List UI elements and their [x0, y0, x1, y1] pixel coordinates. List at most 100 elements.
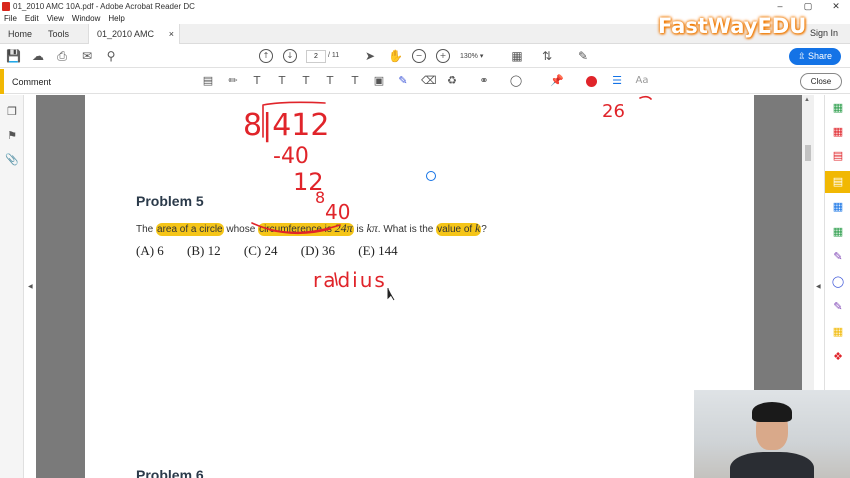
scrollbar-thumb[interactable]	[805, 145, 811, 161]
presenter-hair	[752, 402, 792, 422]
zoom-out-icon[interactable]: −	[412, 49, 426, 63]
fill-sign-tool-icon[interactable]: ✎	[831, 250, 845, 264]
webcam-overlay	[694, 390, 850, 478]
ink-annotations[interactable]: 8|412 -40 12 8 40 radius 26	[85, 95, 754, 478]
add-text-icon[interactable]: T	[348, 74, 362, 88]
next-page-icon[interactable]: ↓	[283, 49, 297, 63]
page-thumbnails-icon[interactable]: ❐	[5, 105, 19, 119]
title-bar: 01_2010 AMC 10A.pdf - Adobe Acrobat Read…	[0, 0, 850, 13]
cursor-target-icon	[426, 171, 436, 181]
choice-a: (A) 6	[136, 243, 164, 258]
eraser-icon[interactable]: ⌫	[421, 74, 437, 88]
underline-text-icon[interactable]: T	[250, 74, 264, 88]
presenter-body	[730, 452, 814, 478]
menu-file[interactable]: File	[0, 13, 21, 24]
problem-text-part: . What is the	[377, 224, 437, 235]
share-tool-icon[interactable]: ▦	[831, 325, 845, 339]
menu-edit[interactable]: Edit	[21, 13, 43, 24]
math-expression: k	[474, 221, 481, 235]
handwriting-rem1: 12	[293, 168, 324, 196]
shapes-icon[interactable]: ◯	[509, 74, 523, 88]
answer-choices: (A) 6 (B) 12 (C) 24 (D) 36 (E) 144	[136, 243, 418, 259]
maximize-button[interactable]: ▢	[794, 0, 822, 13]
highlight-annotation[interactable]: circumference is 24π	[258, 221, 354, 236]
minimize-button[interactable]: –	[766, 0, 794, 13]
line-weight-icon[interactable]: ☰	[610, 74, 624, 88]
attachments-icon[interactable]: 📎	[5, 153, 19, 167]
problem-title: Problem 5	[136, 193, 204, 209]
comment-icon[interactable]: ▤	[831, 175, 845, 189]
previous-page-icon[interactable]: ↑	[259, 49, 273, 63]
edit-pdf-icon[interactable]: ▤	[831, 149, 845, 163]
hand-tool-icon[interactable]: ✋	[388, 49, 403, 63]
tab-home[interactable]: Home	[0, 24, 40, 44]
page-number-input[interactable]: 2	[306, 50, 326, 63]
close-window-button[interactable]: ✕	[822, 0, 850, 13]
insert-text-icon[interactable]: T	[323, 74, 337, 88]
window-controls: – ▢ ✕	[766, 0, 850, 13]
sign-in-link[interactable]: Sign In	[810, 28, 838, 38]
pin-icon[interactable]: 📌	[550, 74, 564, 88]
highlight-annotation[interactable]: area of a circle	[156, 223, 224, 236]
tab-document[interactable]: 01_2010 AMC 10A... ×	[88, 24, 180, 59]
create-pdf-icon[interactable]: ▦	[831, 125, 845, 139]
window-title: 01_2010 AMC 10A.pdf - Adobe Acrobat Read…	[13, 2, 195, 11]
math-expression: kπ	[366, 221, 378, 235]
mouse-cursor-icon	[387, 288, 395, 301]
upload-cloud-icon[interactable]: ☁	[31, 49, 45, 63]
fill-sign-icon[interactable]: ✎	[576, 49, 590, 63]
text-box-icon[interactable]: ▣	[372, 74, 386, 88]
combine-files-icon[interactable]: ▦	[831, 200, 845, 214]
send-signature-icon[interactable]: ✎	[831, 300, 845, 314]
color-picker-dot[interactable]	[586, 76, 597, 87]
zoom-level-select[interactable]: 130% ▾	[460, 50, 500, 63]
menu-window[interactable]: Window	[68, 13, 104, 24]
highlight-pen-icon[interactable]: ✏	[226, 74, 240, 88]
bookmark-icon[interactable]: ⚑	[5, 129, 19, 143]
email-icon[interactable]: ✉	[80, 49, 94, 63]
highlight-annotation[interactable]: value of k	[436, 221, 482, 236]
save-icon[interactable]: 💾	[6, 49, 21, 63]
attach-icon[interactable]: ⚭	[477, 74, 491, 88]
next-problem-title: Problem 6	[136, 467, 204, 478]
zoom-level-value: 130%	[460, 53, 478, 60]
share-icon: ⇫	[797, 51, 806, 61]
math-expression: 24π	[334, 221, 353, 235]
scroll-up-icon[interactable]: ▲	[804, 97, 810, 103]
choice-e: (E) 144	[358, 243, 398, 258]
document-viewport[interactable]: Problem 5 The area of a circle whose cir…	[36, 95, 802, 478]
zoom-in-icon[interactable]: +	[436, 49, 450, 63]
draw-pencil-icon[interactable]: ✎	[396, 74, 410, 88]
main-toolbar: 💾 ☁ ⎙ ✉ ⚲ ↑ ↓ 2 / 11 ➤ ✋ − + 130% ▾ ▦ ⇅ …	[0, 45, 850, 68]
scroll-mode-icon[interactable]: ⇅	[540, 49, 554, 63]
sticky-note-icon[interactable]: ▤	[201, 74, 215, 88]
problem-text-part: The	[136, 224, 157, 235]
replace-text-icon[interactable]: T	[299, 74, 313, 88]
tab-close-button[interactable]: ×	[169, 24, 174, 44]
menu-view[interactable]: View	[43, 13, 68, 24]
protect-icon[interactable]: ◯	[831, 275, 845, 289]
strikethrough-text-icon[interactable]: T	[275, 74, 289, 88]
right-pane-toggle-icon[interactable]: ◀	[816, 283, 821, 290]
organize-pages-icon[interactable]: ▦	[831, 225, 845, 239]
text-properties-icon[interactable]: Aa	[633, 74, 651, 88]
left-pane-toggle-icon[interactable]: ◀	[28, 283, 33, 290]
search-icon[interactable]: ⚲	[104, 49, 118, 63]
problem-text-part: is	[353, 224, 367, 235]
share-button[interactable]: ⇫ Share	[789, 48, 841, 65]
fit-page-icon[interactable]: ▦	[510, 49, 524, 63]
select-cursor-icon[interactable]: ➤	[363, 49, 377, 63]
stamp-icon[interactable]: ♻	[445, 74, 459, 88]
print-icon[interactable]: ⎙	[55, 49, 69, 63]
close-comment-button[interactable]: Close	[800, 73, 842, 90]
watermark-logo: FastWayEDU	[658, 14, 807, 38]
pdf-page: Problem 5 The area of a circle whose cir…	[85, 95, 754, 478]
tab-tools[interactable]: Tools	[40, 24, 88, 44]
more-tools-icon[interactable]: ❖	[831, 350, 845, 364]
menu-help[interactable]: Help	[104, 13, 128, 24]
problem-text-part: circumference is	[259, 224, 335, 235]
cursor-stroke	[334, 272, 338, 286]
choice-b: (B) 12	[187, 243, 221, 258]
export-pdf-icon[interactable]: ▦	[831, 101, 845, 115]
choice-c: (C) 24	[243, 243, 278, 258]
